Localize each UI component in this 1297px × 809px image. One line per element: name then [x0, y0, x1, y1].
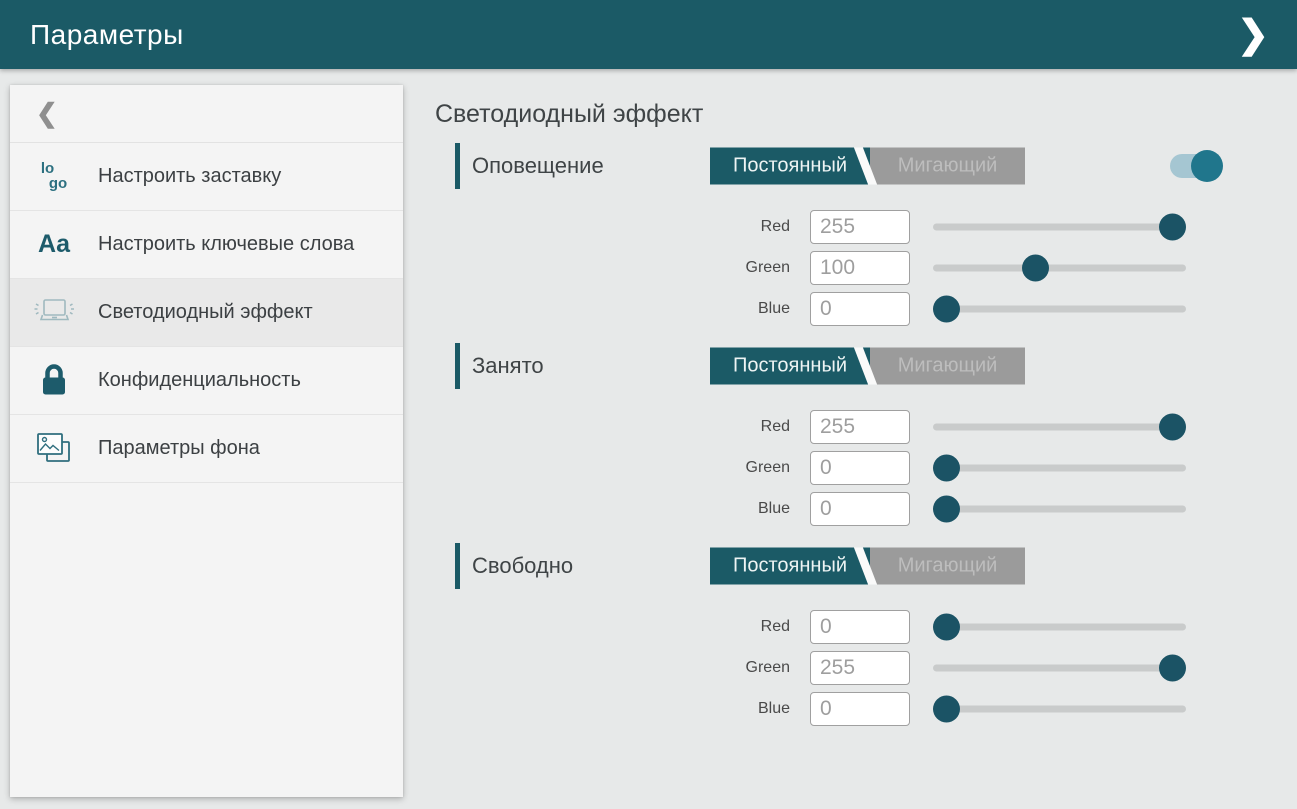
- blue-value-input[interactable]: [810, 292, 910, 326]
- logo-icon: lo go: [10, 162, 98, 191]
- tab-blinking[interactable]: Мигающий: [870, 348, 1025, 385]
- channel-row-green: Green: [435, 447, 1297, 488]
- tab-constant[interactable]: Постоянный: [710, 348, 870, 385]
- section-busy: Занято Постоянный Мигающий Red Green: [435, 343, 1297, 529]
- sidebar-item-background[interactable]: Параметры фона: [10, 415, 403, 483]
- sidebar-item-keywords[interactable]: Aa Настроить ключевые слова: [10, 211, 403, 279]
- lock-icon: [10, 362, 98, 400]
- green-slider[interactable]: [933, 254, 1186, 281]
- blue-value-input[interactable]: [810, 692, 910, 726]
- slider-track: [933, 264, 1186, 271]
- channel-label: Blue: [435, 500, 790, 518]
- slider-thumb[interactable]: [933, 695, 960, 722]
- green-value-input[interactable]: [810, 451, 910, 485]
- sidebar-item-label: Светодиодный эффект: [98, 299, 313, 325]
- toggle-thumb: [1191, 150, 1223, 182]
- tab-blinking[interactable]: Мигающий: [870, 148, 1025, 185]
- section-alert: Оповещение Постоянный Мигающий Red: [435, 143, 1297, 329]
- sidebar-item-label: Параметры фона: [98, 435, 260, 461]
- channel-label: Blue: [435, 300, 790, 318]
- green-value-input[interactable]: [810, 651, 910, 685]
- red-value-input[interactable]: [810, 610, 910, 644]
- chevron-left-icon: ❮: [36, 98, 58, 129]
- slider-thumb[interactable]: [933, 495, 960, 522]
- slider-track: [933, 705, 1186, 712]
- section-heading: Светодиодный эффект: [435, 100, 1297, 129]
- channel-label: Red: [435, 418, 790, 436]
- channel-row-red: Red: [435, 206, 1297, 247]
- settings-sidebar: ❮ lo go Настроить заставку Aa Настроить …: [10, 85, 403, 797]
- red-slider[interactable]: [933, 413, 1186, 440]
- accent-bar: [455, 343, 460, 389]
- section-free: Свободно Постоянный Мигающий Red Green: [435, 543, 1297, 729]
- slider-thumb[interactable]: [1159, 413, 1186, 440]
- accent-bar: [455, 143, 460, 189]
- channel-label: Red: [435, 218, 790, 236]
- app-header: Параметры ❯: [0, 0, 1297, 69]
- accent-bar: [455, 543, 460, 589]
- channel-row-red: Red: [435, 406, 1297, 447]
- channel-row-green: Green: [435, 647, 1297, 688]
- red-value-input[interactable]: [810, 410, 910, 444]
- channel-label: Green: [435, 459, 790, 477]
- green-slider[interactable]: [933, 654, 1186, 681]
- channel-row-red: Red: [435, 606, 1297, 647]
- section-title: Занято: [472, 353, 544, 379]
- red-slider[interactable]: [933, 213, 1186, 240]
- slider-thumb[interactable]: [933, 295, 960, 322]
- tab-constant[interactable]: Постоянный: [710, 548, 870, 585]
- blue-slider[interactable]: [933, 695, 1186, 722]
- background-images-icon: [10, 431, 98, 467]
- sidebar-item-privacy[interactable]: Конфиденциальность: [10, 347, 403, 415]
- sidebar-item-led-effect[interactable]: Светодиодный эффект: [10, 279, 403, 347]
- slider-thumb[interactable]: [933, 613, 960, 640]
- text-style-icon: Aa: [10, 230, 98, 259]
- channel-label: Red: [435, 618, 790, 636]
- section-title: Свободно: [472, 553, 573, 579]
- blue-value-input[interactable]: [810, 492, 910, 526]
- red-slider[interactable]: [933, 613, 1186, 640]
- slider-track: [933, 505, 1186, 512]
- tab-blinking[interactable]: Мигающий: [870, 548, 1025, 585]
- led-display-icon: [10, 296, 98, 330]
- mode-tabs: Постоянный Мигающий: [710, 548, 1025, 585]
- green-slider[interactable]: [933, 454, 1186, 481]
- slider-track: [933, 305, 1186, 312]
- channel-label: Blue: [435, 700, 790, 718]
- slider-thumb[interactable]: [1022, 254, 1049, 281]
- section-title: Оповещение: [472, 153, 604, 179]
- slider-track: [933, 223, 1186, 230]
- sidebar-item-splash-screen[interactable]: lo go Настроить заставку: [10, 143, 403, 211]
- sidebar-back-button[interactable]: ❮: [10, 85, 403, 143]
- slider-track: [933, 464, 1186, 471]
- red-value-input[interactable]: [810, 210, 910, 244]
- channel-label: Green: [435, 259, 790, 277]
- channel-row-blue: Blue: [435, 288, 1297, 329]
- slider-track: [933, 664, 1186, 671]
- alert-enabled-toggle[interactable]: [1170, 150, 1224, 182]
- mode-tabs: Постоянный Мигающий: [710, 348, 1025, 385]
- chevron-right-icon[interactable]: ❯: [1231, 12, 1275, 58]
- sidebar-item-label: Конфиденциальность: [98, 367, 301, 393]
- channel-row-blue: Blue: [435, 688, 1297, 729]
- blue-slider[interactable]: [933, 495, 1186, 522]
- blue-slider[interactable]: [933, 295, 1186, 322]
- led-effect-panel: Светодиодный эффект Оповещение Постоянны…: [435, 69, 1297, 809]
- mode-tabs: Постоянный Мигающий: [710, 148, 1025, 185]
- channel-label: Green: [435, 659, 790, 677]
- page-title: Параметры: [30, 19, 184, 51]
- slider-thumb[interactable]: [1159, 213, 1186, 240]
- tab-constant[interactable]: Постоянный: [710, 148, 870, 185]
- sidebar-item-label: Настроить заставку: [98, 163, 281, 189]
- sidebar-item-label: Настроить ключевые слова: [98, 231, 354, 257]
- slider-thumb[interactable]: [1159, 654, 1186, 681]
- channel-row-blue: Blue: [435, 488, 1297, 529]
- channel-row-green: Green: [435, 247, 1297, 288]
- slider-thumb[interactable]: [933, 454, 960, 481]
- green-value-input[interactable]: [810, 251, 910, 285]
- slider-track: [933, 423, 1186, 430]
- slider-track: [933, 623, 1186, 630]
